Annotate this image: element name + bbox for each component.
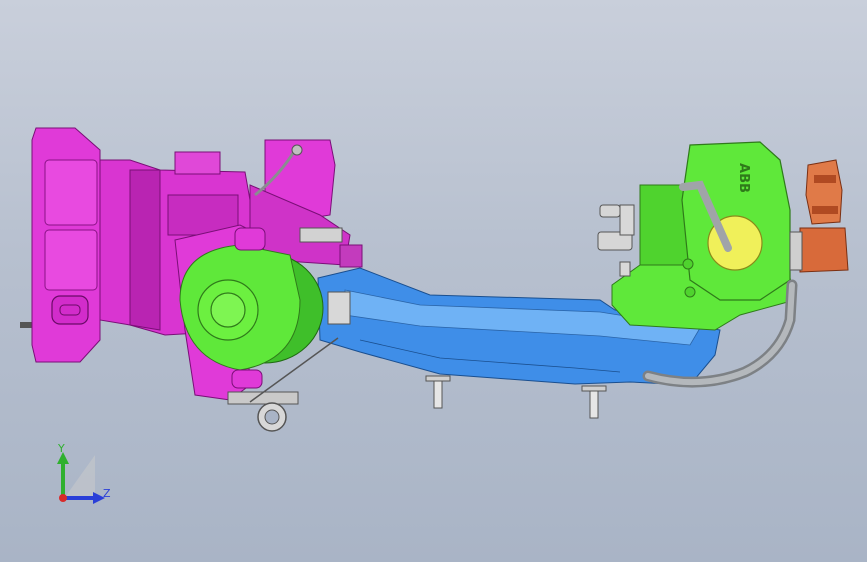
- origin-dot: [59, 494, 67, 502]
- z-axis-label: Z: [103, 487, 111, 500]
- y-axis-label: Y: [57, 442, 65, 455]
- coordinate-triad: Y Z: [57, 442, 111, 504]
- cad-viewport[interactable]: ABB Y Z: [0, 0, 867, 562]
